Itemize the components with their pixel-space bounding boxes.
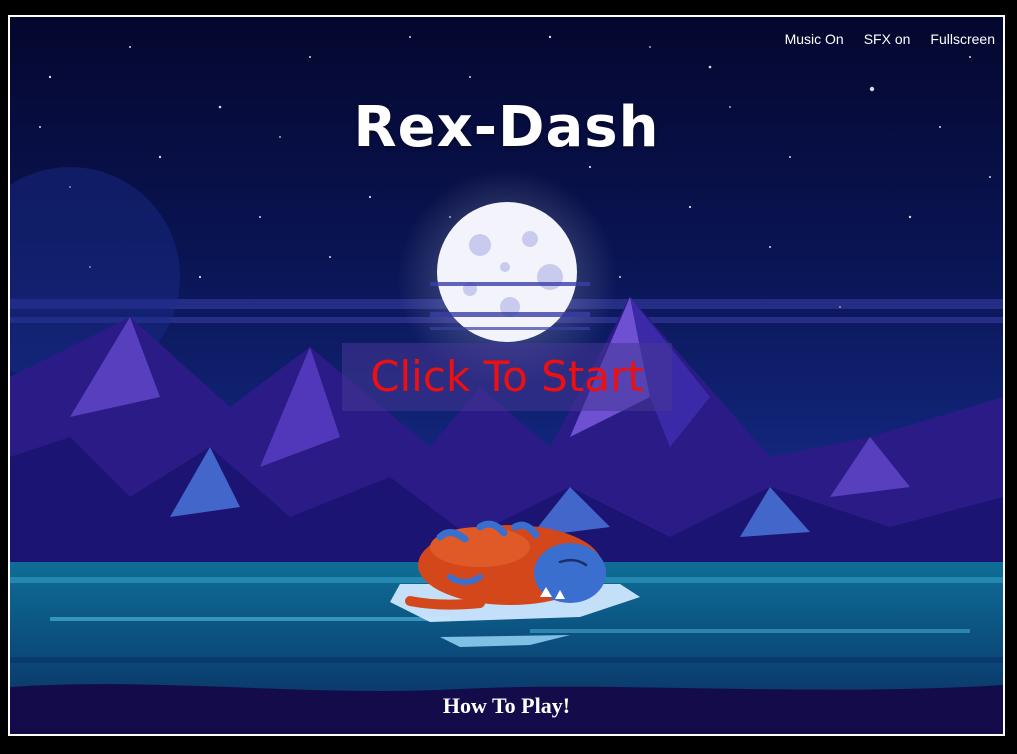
fullscreen-button[interactable]: Fullscreen <box>930 31 995 47</box>
sfx-toggle[interactable]: SFX on <box>864 31 911 47</box>
settings-menu: Music On SFX on Fullscreen <box>785 31 995 47</box>
game-frame: Music On SFX on Fullscreen Rex-Dash Clic… <box>8 15 1005 736</box>
start-button[interactable]: Click To Start <box>342 343 672 411</box>
game-title: Rex-Dash <box>353 95 660 160</box>
music-toggle[interactable]: Music On <box>785 31 844 47</box>
how-to-play-link[interactable]: How To Play! <box>10 693 1003 719</box>
